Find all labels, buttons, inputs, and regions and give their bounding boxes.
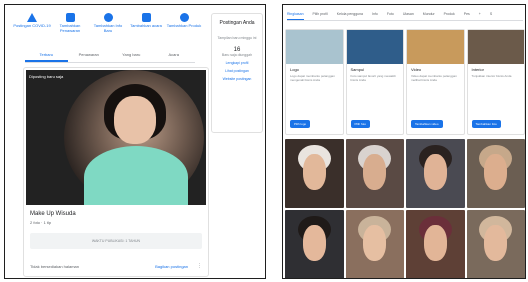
- alert-icon: [27, 13, 37, 22]
- category-button[interactable]: Pilih foto: [350, 120, 371, 128]
- photo-thumbnail[interactable]: [345, 210, 404, 278]
- photo-thumbnail[interactable]: [285, 139, 344, 208]
- category-desc: Logo dapat membantu pelanggan mengenali …: [290, 74, 335, 82]
- action-label: Tambahkan Info Baru: [93, 23, 123, 33]
- photo-thumbnail[interactable]: [406, 210, 465, 278]
- view-posts-link[interactable]: Lihat postingan: [212, 69, 262, 73]
- share-post-button[interactable]: Bagikan postingan: [155, 264, 188, 269]
- category-title: Video: [411, 67, 422, 72]
- website-posts-link[interactable]: Website postingan: [212, 77, 262, 81]
- action-label: Tambahkan acara: [130, 23, 162, 28]
- add-event-button[interactable]: Tambahkan acara: [127, 13, 165, 43]
- tab-add[interactable]: +: [479, 11, 481, 20]
- photos-panel: Ringkasan Pilih profil Kelola pengguna I…: [282, 4, 526, 279]
- info-icon: [103, 13, 113, 22]
- posts-panel: Postingan COVID-19 Tambahkan Penawaran T…: [4, 4, 266, 279]
- photo-tabs: Ringkasan Pilih profil Kelola pengguna I…: [287, 11, 523, 21]
- photo-categories: Logo Logo dapat membantu pelanggan menge…: [285, 29, 525, 135]
- summary-desc: Tampilan baru minggu ini: [217, 36, 257, 40]
- photo-thumbnail[interactable]: [345, 139, 404, 208]
- photo-grid: [285, 139, 525, 278]
- post-photo[interactable]: Diposting baru saja: [26, 70, 206, 205]
- more-options-icon[interactable]: ⋮: [197, 263, 202, 269]
- posts-summary-card: Postingan Anda Tampilan baru minggu ini …: [211, 13, 263, 133]
- category-thumbnail: [286, 30, 343, 64]
- category-desc: Video dapat membantu pelanggan melihat b…: [411, 74, 457, 82]
- post-subtitle: 2 foto · 1 tlp: [30, 220, 52, 225]
- complete-profile-link[interactable]: Lengkapi profil: [212, 61, 262, 65]
- category-card[interactable]: Sampul Foto sampul favorit yang mewakili…: [345, 29, 404, 135]
- summary-title: Postingan Anda: [219, 20, 255, 26]
- category-button[interactable]: Tambahkan video: [411, 120, 443, 128]
- photo-thumbnail[interactable]: [466, 139, 525, 208]
- photo-thumbnail[interactable]: [406, 139, 465, 208]
- tab-events[interactable]: Acara: [153, 49, 196, 62]
- tab-more[interactable]: S: [490, 11, 492, 20]
- photo-dress: [84, 146, 188, 205]
- category-thumbnail: [467, 30, 524, 64]
- category-button[interactable]: Tambahkan foto: [471, 120, 501, 128]
- tab-offers[interactable]: Penawaran: [68, 49, 111, 62]
- action-label: Tambahkan Penawaran: [59, 23, 81, 33]
- category-thumbnail: [346, 30, 403, 64]
- tab-latest[interactable]: Terbaru: [25, 49, 68, 62]
- category-card[interactable]: Video Video dapat membantu pelanggan mel…: [406, 29, 465, 135]
- add-update-button[interactable]: Tambahkan Info Baru: [89, 13, 127, 43]
- post-tabs: Terbaru Penawaran Yang baru Acara: [25, 49, 195, 63]
- category-card[interactable]: Interior Tunjukkan interior bisnis Anda …: [466, 29, 525, 135]
- post-title: Make Up Wisuda: [30, 211, 76, 217]
- tab-photos[interactable]: Foto: [387, 11, 394, 20]
- tag-icon: [65, 13, 75, 22]
- tab-back[interactable]: Mundur: [423, 11, 435, 20]
- category-desc: Tunjukkan interior bisnis Anda: [471, 74, 512, 78]
- category-button[interactable]: Pilih logo: [290, 120, 311, 128]
- photo-thumbnail[interactable]: [466, 210, 525, 278]
- tab-overview[interactable]: Ringkasan: [287, 11, 304, 20]
- add-product-button[interactable]: Tambahkan Produk: [165, 13, 203, 43]
- tab-messages[interactable]: Pes: [464, 11, 470, 20]
- category-desc: Foto sampul favorit yang mewakili bisnis…: [350, 74, 396, 82]
- bag-icon: [179, 13, 189, 22]
- category-title: Sampul: [350, 67, 365, 72]
- photo-face: [114, 96, 156, 144]
- photo-thumbnail[interactable]: [285, 210, 344, 278]
- category-card[interactable]: Logo Logo dapat membantu pelanggan menge…: [285, 29, 344, 135]
- action-label: Postingan COVID-19: [13, 23, 51, 28]
- tab-info[interactable]: Info: [372, 11, 378, 20]
- category-title: Logo: [290, 67, 299, 72]
- post-card: Diposting baru saja Make Up Wisuda 2 fot…: [23, 67, 209, 277]
- action-label: Tambahkan Produk: [166, 23, 202, 28]
- tab-users[interactable]: Kelola pengguna: [337, 11, 363, 20]
- category-title: Interior: [471, 67, 484, 72]
- post-actions: Postingan COVID-19 Tambahkan Penawaran T…: [13, 13, 203, 43]
- summary-count-label: Baru saja diunggah: [221, 52, 253, 57]
- tab-reviews[interactable]: Ulasan: [403, 11, 414, 20]
- post-info-box: WAKTU PUBLIKASI: 1 TAHUN: [30, 233, 202, 249]
- category-thumbnail: [407, 30, 464, 64]
- add-offer-button[interactable]: Tambahkan Penawaran: [51, 13, 89, 43]
- tab-updates[interactable]: Yang baru: [110, 49, 153, 62]
- calendar-icon: [141, 13, 151, 22]
- add-covid-post-button[interactable]: Postingan COVID-19: [13, 13, 51, 43]
- tab-products[interactable]: Produk: [444, 11, 455, 20]
- tab-profile[interactable]: Pilih profil: [313, 11, 328, 20]
- post-status-badge: Diposting baru saja: [29, 74, 64, 79]
